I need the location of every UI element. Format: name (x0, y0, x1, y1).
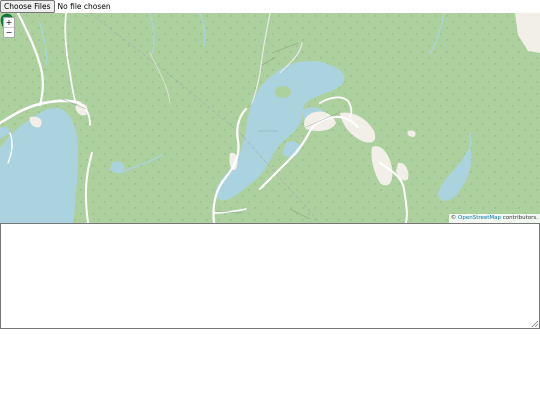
resize-handle-icon[interactable] (532, 321, 538, 327)
map-attribution: © OpenStreetMap contributors. (448, 214, 540, 223)
map-tiles (0, 13, 540, 223)
openstreetmap-link[interactable]: OpenStreetMap (458, 215, 501, 221)
file-status-text: No file chosen (57, 2, 111, 11)
map-view[interactable]: + − © OpenStreetMap contributors. (0, 13, 540, 223)
attribution-prefix: © (450, 215, 459, 221)
zoom-control: + − (3, 17, 15, 38)
file-input-row: Choose Files No file chosen (0, 0, 111, 13)
attribution-suffix: contributors. (501, 215, 538, 221)
zoom-in-button[interactable]: + (4, 18, 14, 27)
zoom-out-button[interactable]: − (4, 27, 14, 37)
choose-files-button[interactable]: Choose Files (0, 0, 55, 13)
output-textarea[interactable] (0, 223, 540, 329)
